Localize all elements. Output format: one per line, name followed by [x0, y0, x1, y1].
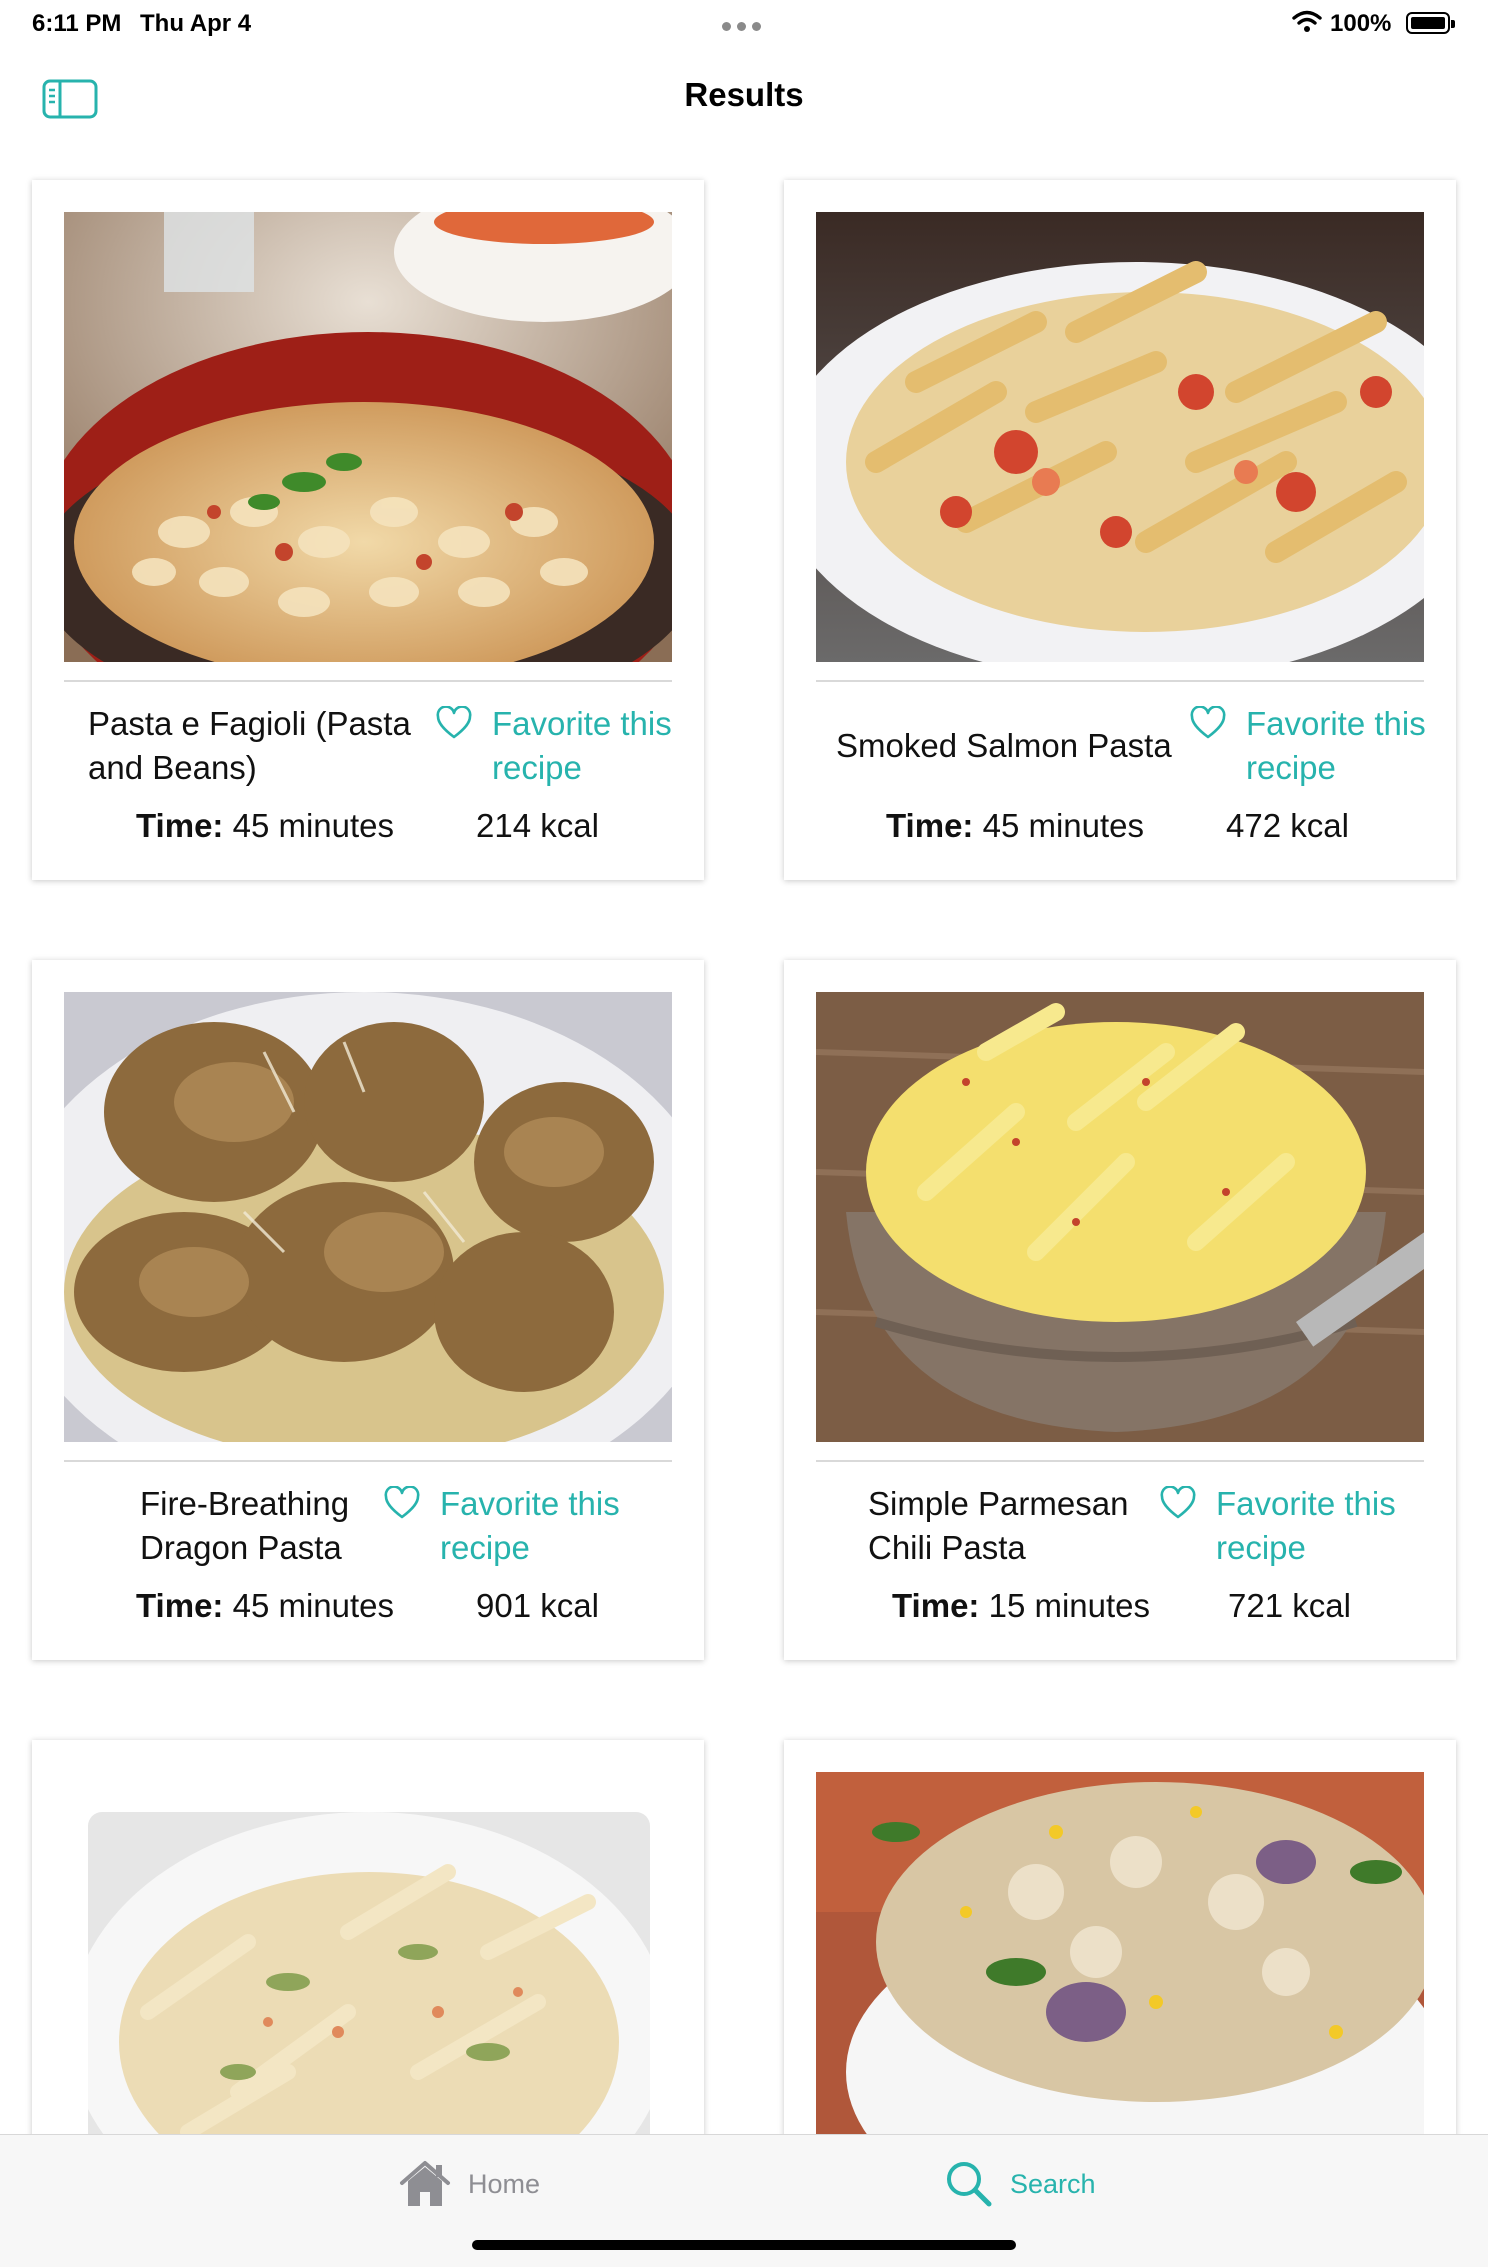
time-label: Time: [136, 807, 224, 844]
recipe-image[interactable] [816, 212, 1424, 662]
recipe-time: Time: 15 minutes [892, 1584, 1150, 1628]
favorite-button[interactable]: Favorite this recipe [1160, 1482, 1420, 1570]
heart-icon [384, 1486, 420, 1519]
card-divider [64, 1460, 672, 1462]
card-divider [816, 1460, 1424, 1462]
recipe-card-4[interactable]: Simple Parmesan Chili Pasta Favorite thi… [784, 960, 1456, 1660]
favorite-button[interactable]: Favorite this recipe [1190, 702, 1440, 790]
recipe-time: Time: 45 minutes [886, 804, 1144, 848]
favorite-label: Favorite this recipe [1246, 705, 1426, 786]
tab-home[interactable]: Home [398, 2159, 540, 2209]
recipe-image[interactable] [88, 1812, 650, 2170]
heart-icon [436, 706, 472, 739]
recipe-title[interactable]: Smoked Salmon Pasta [836, 724, 1196, 768]
status-date: Thu Apr 4 [140, 10, 252, 37]
recipe-card-1[interactable]: Pasta e Fagioli (Pasta and Beans) Favori… [32, 180, 704, 880]
favorite-button[interactable]: Favorite this recipe [384, 1482, 644, 1570]
battery-percent: 100% [1330, 10, 1392, 37]
time-value: 15 minutes [979, 1587, 1151, 1624]
status-bar: 6:11 PM Thu Apr 4 100% [0, 0, 1488, 48]
status-time: 6:11 PM [32, 10, 122, 37]
tab-search-label: Search [1010, 2168, 1096, 2199]
home-indicator[interactable] [472, 2240, 1016, 2250]
recipe-card-3[interactable]: Fire-Breathing Dragon Pasta Favorite thi… [32, 960, 704, 1660]
recipe-title[interactable]: Fire-Breathing Dragon Pasta [140, 1482, 390, 1570]
recipe-image[interactable] [64, 212, 672, 662]
time-value: 45 minutes [223, 1587, 395, 1624]
multitasking-dots-icon[interactable] [722, 18, 768, 31]
heart-icon [1160, 1486, 1196, 1519]
wifi-icon [1292, 10, 1322, 32]
recipe-calories: 721 kcal [1228, 1587, 1351, 1624]
time-label: Time: [136, 1587, 224, 1624]
magnifier-icon [947, 2162, 992, 2207]
time-value: 45 minutes [973, 807, 1145, 844]
navigation-bar: Results [0, 48, 1488, 148]
house-icon [400, 2161, 450, 2206]
recipe-time: Time: 45 minutes [136, 1584, 394, 1628]
recipe-calories: 214 kcal [476, 807, 599, 844]
card-divider [64, 680, 672, 682]
recipe-card-5[interactable] [32, 1740, 704, 2170]
recipe-time: Time: 45 minutes [136, 804, 394, 848]
favorite-label: Favorite this recipe [440, 1485, 620, 1566]
page-title: Results [684, 76, 804, 113]
recipe-calories: 901 kcal [476, 1587, 599, 1624]
card-divider [816, 680, 1424, 682]
recipe-image[interactable] [64, 992, 672, 1442]
time-value: 45 minutes [223, 807, 395, 844]
battery-icon [1406, 12, 1455, 34]
recipe-title[interactable]: Simple Parmesan Chili Pasta [868, 1482, 1148, 1570]
recipe-calories: 472 kcal [1226, 807, 1349, 844]
time-label: Time: [886, 807, 974, 844]
time-label: Time: [892, 1587, 980, 1624]
recipe-card-6[interactable] [784, 1740, 1456, 2170]
recipe-card-2[interactable]: Smoked Salmon Pasta Favorite this recipe… [784, 180, 1456, 880]
recipe-title[interactable]: Pasta e Fagioli (Pasta and Beans) [88, 702, 428, 790]
recipe-image[interactable] [816, 1772, 1424, 2170]
recipe-image[interactable] [816, 992, 1424, 1442]
heart-icon [1190, 706, 1226, 739]
favorite-label: Favorite this recipe [492, 705, 672, 786]
tab-search[interactable]: Search [944, 2159, 1096, 2209]
tab-home-label: Home [468, 2168, 541, 2199]
favorite-button[interactable]: Favorite this recipe [436, 702, 686, 790]
favorite-label: Favorite this recipe [1216, 1485, 1396, 1566]
